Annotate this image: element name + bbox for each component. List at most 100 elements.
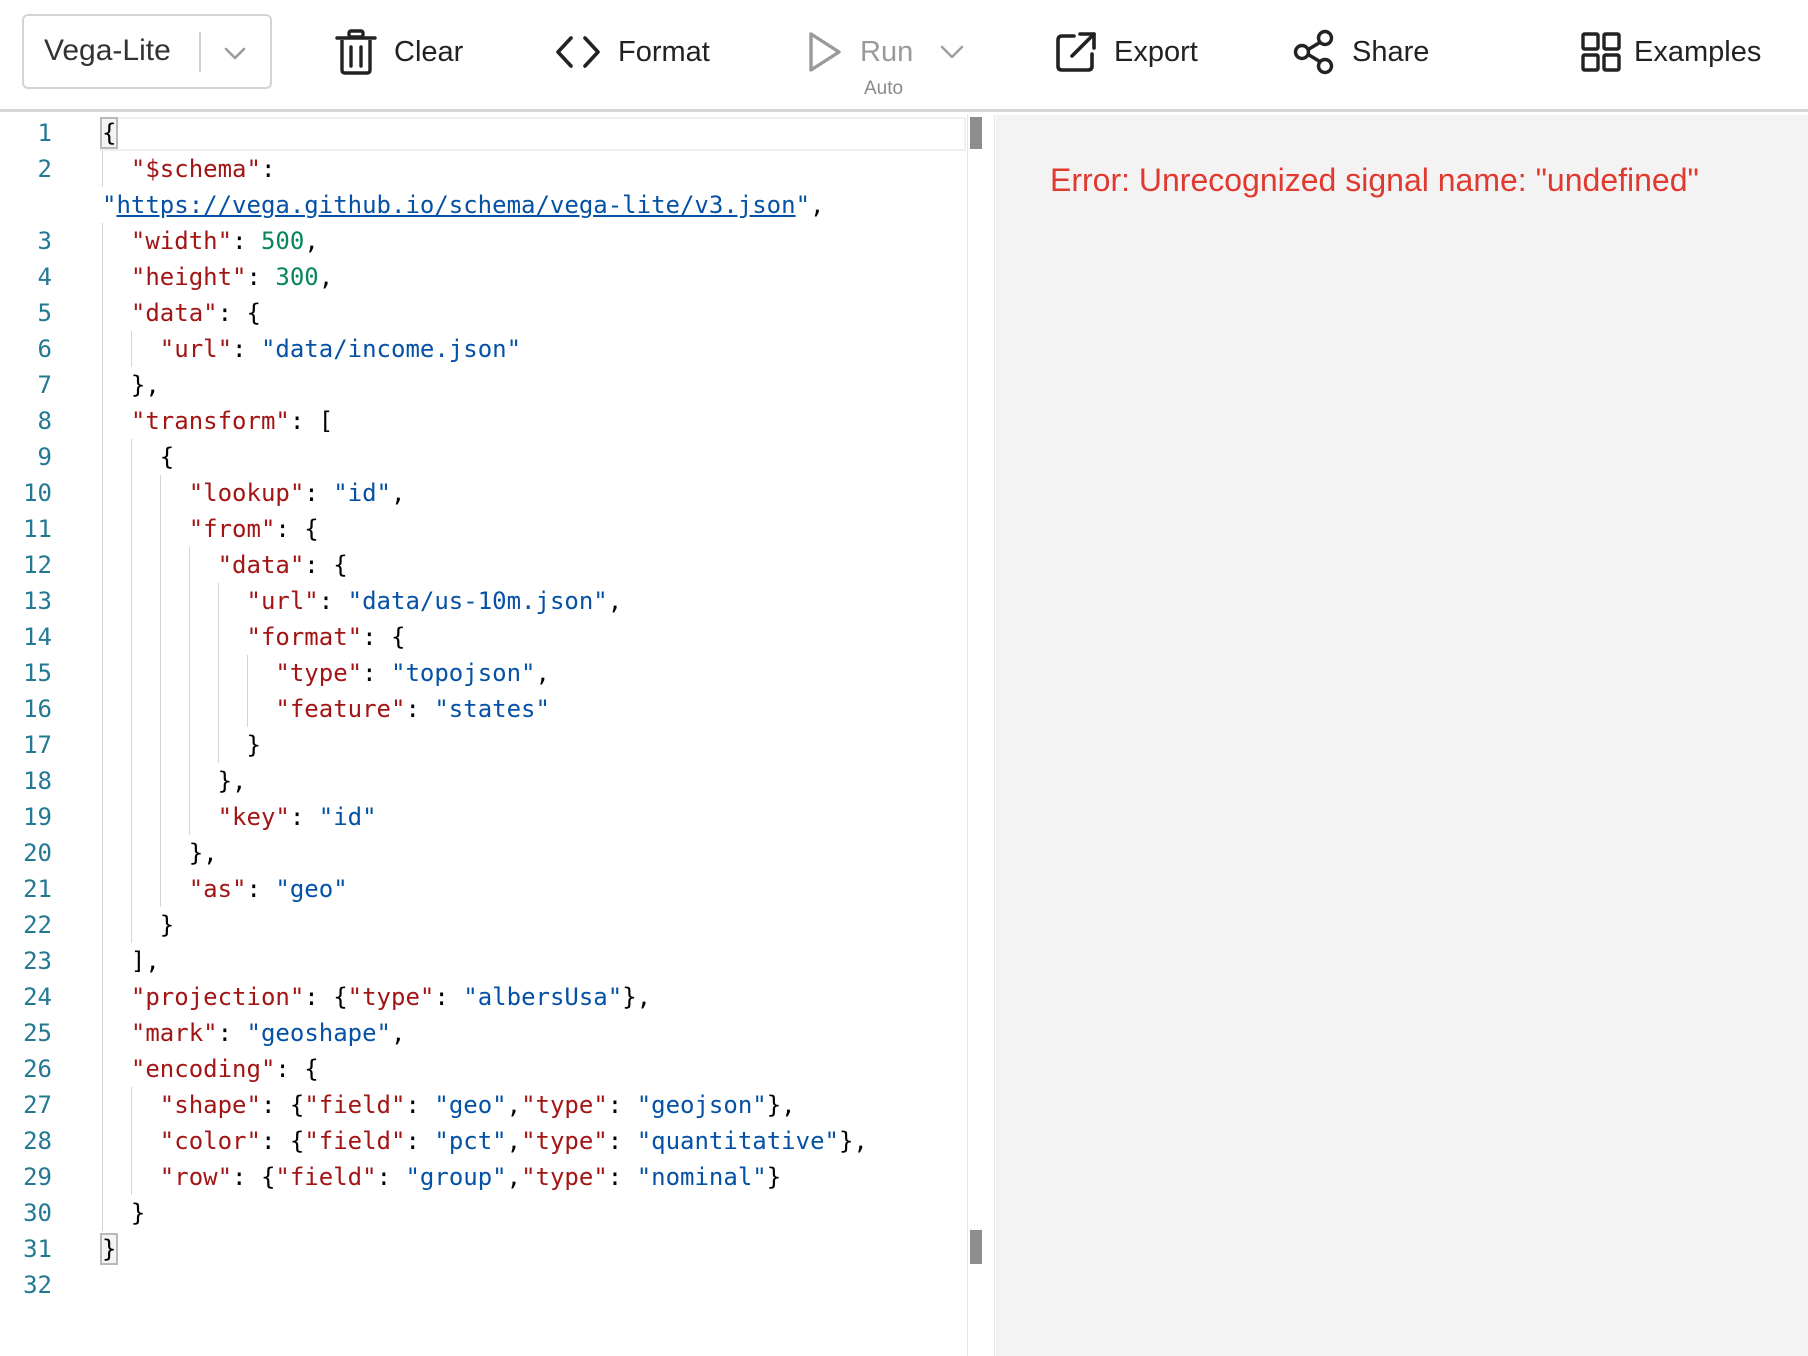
code-line[interactable]: 8 "transform": [	[0, 403, 968, 439]
code-token: "url"	[159, 335, 233, 363]
code-token: : [	[289, 407, 334, 435]
code-editor[interactable]: 1{2 "$schema": "https://vega.github.io/sc…	[0, 115, 968, 1356]
code-line[interactable]: 28 "color": {"field": "pct","type": "qua…	[0, 1123, 968, 1159]
line-number: 15	[23, 659, 52, 687]
code-token: :	[607, 1091, 637, 1119]
code-line[interactable]: 4 "height": 300,	[0, 259, 968, 295]
code-token: : {	[362, 623, 406, 651]
code-line[interactable]: 18 },	[0, 763, 968, 799]
examples-label: Examples	[1634, 35, 1762, 68]
code-token: "width"	[130, 227, 233, 255]
code-line[interactable]: 13 "url": "data/us-10m.json",	[0, 583, 968, 619]
code-token: :	[434, 983, 464, 1011]
code-line[interactable]: 7 },	[0, 367, 968, 403]
code-line[interactable]: 14 "format": {	[0, 619, 968, 655]
code-token: "geojson"	[636, 1091, 767, 1119]
code-token: "format"	[246, 623, 363, 651]
code-line[interactable]: 21 "as": "geo"	[0, 871, 968, 907]
code-line[interactable]: 10 "lookup": "id",	[0, 475, 968, 511]
line-number: 32	[23, 1271, 52, 1299]
line-number: 13	[23, 587, 52, 615]
indent-guide	[130, 799, 132, 835]
code-line[interactable]: 31}	[0, 1231, 968, 1267]
code-token: : {	[275, 1055, 319, 1083]
mode-select[interactable]: Vega-Lite	[22, 14, 272, 89]
indent-guide	[159, 583, 161, 619]
code-line[interactable]: 15 "type": "topojson",	[0, 655, 968, 691]
code-token: : {	[304, 983, 348, 1011]
code-token: :	[405, 1127, 435, 1155]
play-icon	[809, 32, 841, 72]
share-button[interactable]: Share	[1292, 20, 1429, 84]
examples-button[interactable]: Examples	[1580, 20, 1761, 84]
code-line[interactable]: 9 {	[0, 439, 968, 475]
code-line[interactable]: 20 },	[0, 835, 968, 871]
line-number: 30	[23, 1199, 52, 1227]
indent-guide	[217, 619, 219, 655]
code-text: }	[99, 1231, 119, 1267]
code-text: "from": {	[102, 511, 319, 547]
code-line[interactable]: 23 ],	[0, 943, 968, 979]
grid-icon	[1581, 32, 1621, 72]
indent-guide	[130, 331, 132, 367]
line-number: 27	[23, 1091, 52, 1119]
line-number: 12	[23, 551, 52, 579]
clear-button[interactable]: Clear	[334, 20, 463, 84]
code-line[interactable]: 12 "data": {	[0, 547, 968, 583]
code-token: :	[607, 1163, 637, 1191]
run-mode-chevron-down-icon[interactable]	[937, 37, 967, 67]
line-number: 14	[23, 623, 52, 651]
mode-select-divider	[199, 32, 201, 72]
code-line[interactable]: 22 }	[0, 907, 968, 943]
code-line[interactable]: 3 "width": 500,	[0, 223, 968, 259]
code-line[interactable]: 16 "feature": "states"	[0, 691, 968, 727]
indent-guide	[159, 799, 161, 835]
indent-guide	[130, 727, 132, 763]
mode-select-label: Vega-Lite	[44, 34, 171, 67]
code-token: "topojson"	[391, 659, 536, 687]
code-line[interactable]: 5 "data": {	[0, 295, 968, 331]
code-line[interactable]: 25 "mark": "geoshape",	[0, 1015, 968, 1051]
code-line[interactable]: 27 "shape": {"field": "geo","type": "geo…	[0, 1087, 968, 1123]
editor-scrollbar[interactable]	[967, 115, 995, 1356]
code-token: "shape"	[159, 1091, 261, 1119]
chevron-down-icon	[224, 47, 246, 60]
export-button[interactable]: Export	[1054, 20, 1198, 84]
code-text: "transform": [	[102, 403, 333, 439]
code-token: "id"	[318, 803, 377, 831]
code-token: "data"	[217, 551, 305, 579]
code-line[interactable]: 2 "$schema":	[0, 151, 968, 187]
code-line[interactable]: "https://vega.github.io/schema/vega-lite…	[0, 187, 968, 223]
line-number: 6	[37, 335, 52, 363]
code-line[interactable]: 11 "from": {	[0, 511, 968, 547]
code-line[interactable]: 26 "encoding": {	[0, 1051, 968, 1087]
code-token: }	[99, 1233, 119, 1265]
line-number: 26	[23, 1055, 52, 1083]
line-number: 28	[23, 1127, 52, 1155]
run-button[interactable]: Run	[806, 20, 967, 84]
code-token: "key"	[217, 803, 290, 831]
code-line[interactable]: 19 "key": "id"	[0, 799, 968, 835]
code-line[interactable]: 1{	[0, 115, 968, 151]
indent-guide	[130, 1159, 132, 1195]
line-number: 29	[23, 1163, 52, 1191]
code-line[interactable]: 30 }	[0, 1195, 968, 1231]
code-line[interactable]: 6 "url": "data/income.json"	[0, 331, 968, 367]
indent-guide	[188, 655, 190, 691]
trash-icon	[335, 29, 377, 75]
indent-guide	[102, 367, 103, 403]
code-line[interactable]: 32	[0, 1267, 968, 1303]
format-button[interactable]: Format	[554, 20, 710, 84]
code-token: },	[102, 767, 247, 795]
code-line[interactable]: 17 }	[0, 727, 968, 763]
indent-guide	[159, 727, 161, 763]
code-token: "projection"	[130, 983, 305, 1011]
code-line[interactable]: 29 "row": {"field": "group","type": "nom…	[0, 1159, 968, 1195]
code-token: "feature"	[275, 695, 406, 723]
code-line[interactable]: 24 "projection": {"type": "albersUsa"},	[0, 979, 968, 1015]
code-token: "field"	[304, 1127, 406, 1155]
code-token: ,	[810, 191, 825, 219]
